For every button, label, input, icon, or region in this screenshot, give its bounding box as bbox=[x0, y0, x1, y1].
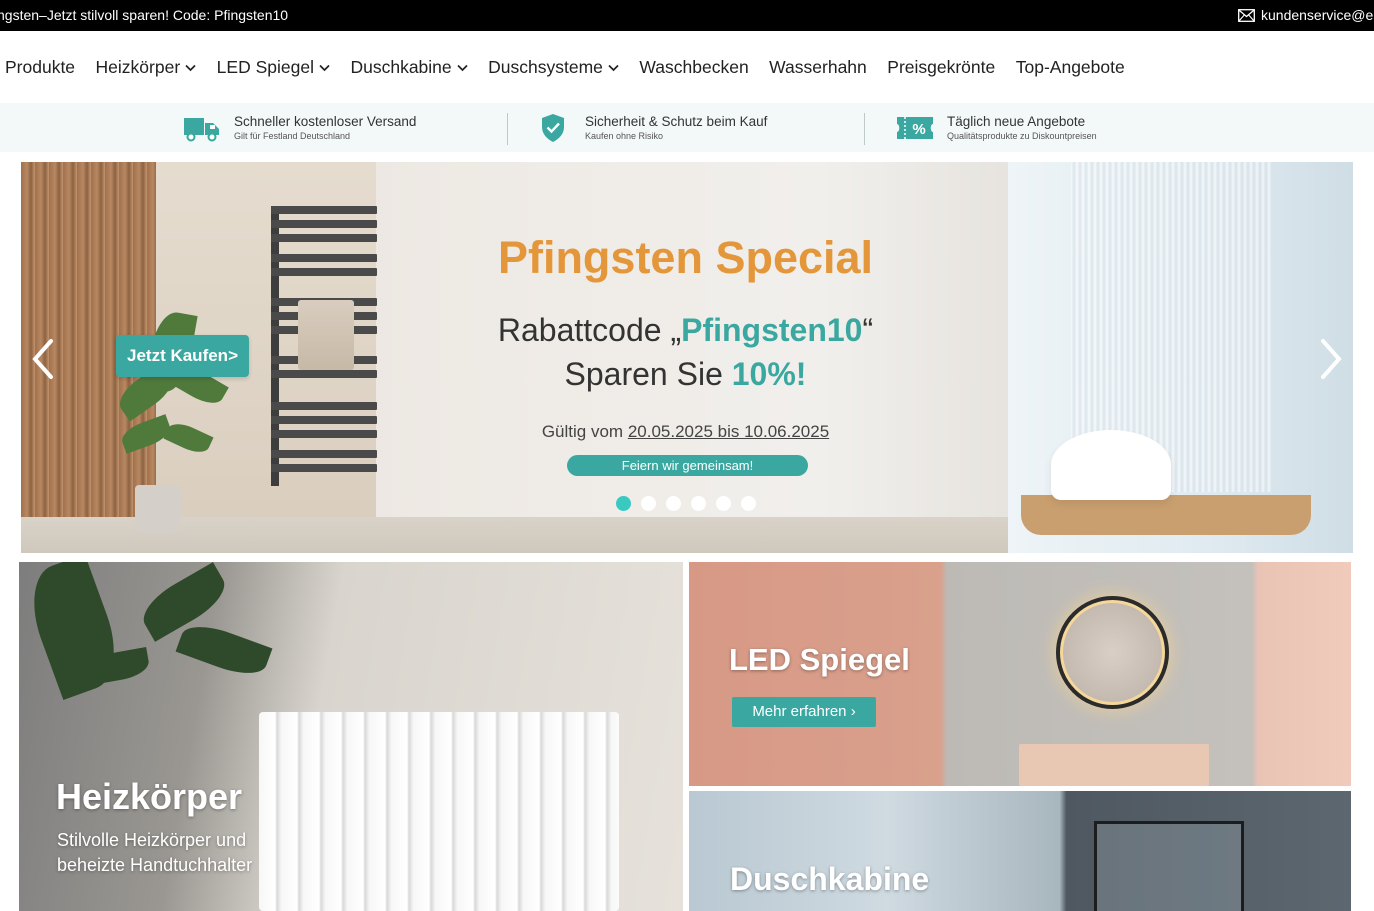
benefit-subtitle: Qualitätsprodukte zu Diskountpreisen bbox=[947, 130, 1097, 141]
benefit-subtitle: Kaufen ohne Risiko bbox=[585, 130, 664, 141]
benefit-subtitle: Gilt für Festland Deutschland bbox=[234, 130, 351, 141]
chevron-down-icon bbox=[608, 64, 619, 72]
nav-label: Preisgekrönte bbox=[887, 56, 996, 77]
slider-pagination bbox=[616, 496, 756, 511]
nav-label: Heizkörper bbox=[95, 56, 181, 77]
nav-label: Duschsysteme bbox=[488, 56, 603, 77]
chevron-down-icon bbox=[319, 64, 330, 72]
nav-item-waschbecken[interactable]: Waschbecken bbox=[639, 57, 748, 78]
divider bbox=[864, 113, 865, 145]
hero-bathtub bbox=[1051, 430, 1171, 500]
category-tile-heizkoerper[interactable]: Heizkörper Stilvolle Heizkörper und behe… bbox=[19, 562, 683, 911]
nav-item-duschkabine[interactable]: Duschkabine bbox=[350, 56, 468, 78]
customer-service-email[interactable]: kundenservice@em bbox=[1238, 0, 1374, 31]
chevron-left-icon bbox=[32, 339, 53, 379]
truck-icon bbox=[183, 113, 221, 143]
benefit-title: Sicherheit & Schutz beim Kauf bbox=[585, 113, 768, 129]
tile-vanity-image bbox=[1019, 744, 1209, 786]
nav-item-produkte[interactable]: Produkte bbox=[5, 57, 75, 78]
tile-title: Duschkabine bbox=[730, 861, 930, 897]
benefit-title: Täglich neue Angebote bbox=[947, 113, 1086, 129]
chevron-down-icon bbox=[185, 64, 196, 72]
tile-plant-leaf bbox=[175, 617, 273, 683]
nav-item-top-angebote[interactable]: Top-Angebote bbox=[1016, 57, 1125, 78]
benefit-offers: % Täglich neue Angebote Qualitätsprodukt… bbox=[896, 103, 1097, 152]
slider-dot-6[interactable] bbox=[741, 496, 756, 511]
tile-shower-image bbox=[1094, 821, 1244, 911]
nav-item-heizkoerper[interactable]: Heizkörper bbox=[96, 57, 197, 78]
nav-label: Waschbecken bbox=[639, 56, 749, 77]
valid-prefix: Gültig vom bbox=[541, 422, 628, 441]
main-navigation: Produkte Heizkörper LED Spiegel Duschkab… bbox=[0, 31, 1374, 103]
slider-dot-5[interactable] bbox=[716, 496, 731, 511]
hero-title: Pfingsten Special bbox=[497, 232, 874, 283]
tile-radiator-image bbox=[259, 712, 619, 911]
code-suffix: “ bbox=[862, 312, 874, 348]
hero-validity: Gültig vom 20.05.2025 bis 10.06.2025 bbox=[373, 422, 998, 442]
hero-wooden-step bbox=[1021, 495, 1311, 535]
code-prefix: Rabattcode „ bbox=[497, 312, 682, 348]
discount-ticket-icon: % bbox=[896, 113, 934, 143]
code-value: Pfingsten10 bbox=[681, 312, 863, 348]
tile-title: Heizkörper bbox=[56, 776, 243, 817]
slider-next-button[interactable] bbox=[1317, 337, 1347, 381]
slider-dot-1[interactable] bbox=[616, 496, 631, 511]
slider-dot-4[interactable] bbox=[691, 496, 706, 511]
chevron-down-icon bbox=[457, 64, 468, 72]
category-tile-duschkabine[interactable]: Duschkabine bbox=[689, 791, 1351, 911]
nav-item-preisgekroente[interactable]: Preisgekrönte bbox=[887, 57, 995, 78]
buy-now-button[interactable]: Jetzt Kaufen> bbox=[116, 335, 249, 377]
nav-item-duschsysteme[interactable]: Duschsysteme bbox=[488, 57, 619, 78]
slider-dot-3[interactable] bbox=[666, 496, 681, 511]
category-tile-led-spiegel[interactable]: LED Spiegel Mehr erfahren › bbox=[689, 562, 1351, 786]
save-value: 10%! bbox=[731, 356, 807, 392]
learn-more-button[interactable]: Mehr erfahren › bbox=[732, 697, 876, 727]
tile-title: LED Spiegel bbox=[729, 642, 910, 677]
slider-dot-2[interactable] bbox=[641, 496, 656, 511]
nav-label: Wasserhahn bbox=[769, 56, 867, 77]
benefit-title: Schneller kostenloser Versand bbox=[234, 113, 417, 129]
shield-check-icon bbox=[534, 113, 572, 143]
nav-label: Top-Angebote bbox=[1015, 56, 1125, 77]
nav-item-led-spiegel[interactable]: LED Spiegel bbox=[217, 57, 330, 78]
save-prefix: Sparen Sie bbox=[564, 356, 732, 392]
valid-range: 20.05.2025 bis 10.06.2025 bbox=[627, 422, 830, 441]
slider-prev-button[interactable] bbox=[27, 337, 57, 381]
hero-slider: Pfingsten Special Rabattcode „Pfingsten1… bbox=[21, 162, 1353, 553]
hero-plant-pot bbox=[135, 485, 181, 533]
nav-label: LED Spiegel bbox=[216, 56, 314, 77]
email-text[interactable]: kundenservice@em bbox=[1261, 0, 1374, 31]
tile-subtitle: Stilvolle Heizkörper und beheizte Handtu… bbox=[57, 830, 253, 875]
benefit-security: Sicherheit & Schutz beim Kauf Kaufen ohn… bbox=[534, 103, 767, 152]
svg-text:%: % bbox=[912, 121, 925, 138]
hero-towel bbox=[298, 300, 354, 370]
hero-celebrate-pill: Feiern wir gemeinsam! bbox=[567, 455, 808, 476]
hero-savings: Sparen Sie 10%! bbox=[373, 356, 998, 393]
envelope-icon bbox=[1238, 9, 1255, 22]
promo-text[interactable]: ngsten–Jetzt stilvoll sparen! Code: Pfin… bbox=[0, 0, 288, 31]
nav-label: Produkte bbox=[5, 56, 76, 77]
hero-discount-code: Rabattcode „Pfingsten10“ bbox=[373, 312, 998, 349]
nav-item-wasserhahn[interactable]: Wasserhahn bbox=[769, 57, 867, 78]
nav-label: Duschkabine bbox=[350, 56, 452, 77]
announcement-bar: ngsten–Jetzt stilvoll sparen! Code: Pfin… bbox=[0, 0, 1374, 31]
benefits-bar: Schneller kostenloser Versand Gilt für F… bbox=[0, 103, 1374, 152]
tile-mirror-image bbox=[1056, 596, 1169, 709]
divider bbox=[507, 113, 508, 145]
benefit-shipping: Schneller kostenloser Versand Gilt für F… bbox=[183, 103, 416, 152]
chevron-right-icon bbox=[1321, 339, 1342, 379]
